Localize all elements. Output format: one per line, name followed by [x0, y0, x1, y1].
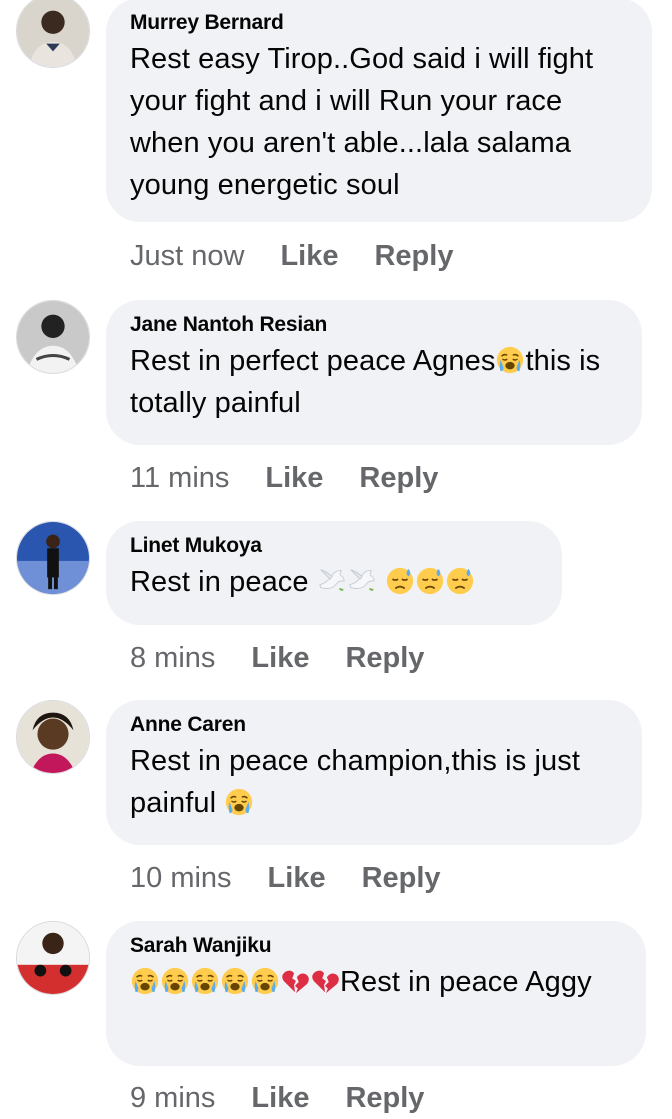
dove-icon [347, 566, 377, 596]
comment-bubble: Sarah Wanjiku Rest in peace Aggy [106, 921, 646, 1066]
downcast-sweat-face-icon [445, 566, 475, 596]
comment-author[interactable]: Anne Caren [130, 712, 620, 738]
loudly-crying-face-icon [190, 966, 220, 996]
reply-button[interactable]: Reply [374, 238, 453, 274]
comment-actions: 10 mins Like Reply [130, 860, 441, 896]
avatar[interactable] [16, 921, 90, 995]
comment-text: Rest easy Tirop..God said i will fight y… [130, 43, 594, 201]
comment-text: Rest in peace Aggy [130, 961, 624, 1003]
comment-time[interactable]: 8 mins [130, 640, 215, 676]
dove-icon [317, 566, 347, 596]
avatar[interactable] [16, 300, 90, 374]
like-button[interactable]: Like [268, 860, 326, 896]
broken-heart-icon [310, 966, 340, 996]
comment-text-part: Rest in peace champion,this is just pain… [130, 745, 580, 819]
comment-bubble: Anne Caren Rest in peace champion,this i… [106, 700, 642, 845]
avatar[interactable] [16, 700, 90, 774]
like-button[interactable]: Like [265, 460, 323, 496]
comment-actions: 9 mins Like Reply [130, 1080, 424, 1116]
downcast-sweat-face-icon [385, 566, 415, 596]
loudly-crying-face-icon [250, 966, 280, 996]
comment-text-part: Rest in peace Aggy [340, 966, 592, 998]
like-button[interactable]: Like [251, 1080, 309, 1116]
comment-author[interactable]: Sarah Wanjiku [130, 933, 624, 959]
comment-text: Rest in peace champion,this is just pain… [130, 740, 620, 824]
reply-button[interactable]: Reply [345, 640, 424, 676]
comment-actions: 11 mins Like Reply [130, 460, 438, 496]
comment-author[interactable]: Jane Nantoh Resian [130, 312, 620, 338]
comment-actions: Just now Like Reply [130, 238, 453, 274]
comment-time[interactable]: 10 mins [130, 860, 232, 896]
loudly-crying-face-icon [160, 966, 190, 996]
comment-time[interactable]: 11 mins [130, 460, 229, 496]
loudly-crying-face-icon [220, 966, 250, 996]
like-button[interactable]: Like [280, 238, 338, 274]
broken-heart-icon [280, 966, 310, 996]
downcast-sweat-face-icon [415, 566, 445, 596]
comment-bubble: Linet Mukoya Rest in peace [106, 521, 562, 625]
comment-author[interactable]: Linet Mukoya [130, 533, 540, 559]
loudly-crying-face-icon [495, 345, 525, 375]
comment-bubble: Jane Nantoh Resian Rest in perfect peace… [106, 300, 642, 445]
avatar[interactable] [16, 0, 90, 68]
comment-bubble: Murrey Bernard Rest easy Tirop..God said… [106, 0, 652, 222]
reply-button[interactable]: Reply [362, 860, 441, 896]
loudly-crying-face-icon [224, 787, 254, 817]
comment-text: Rest in peace [130, 561, 540, 603]
comment-text: Rest in perfect peace Agnes this is total… [130, 340, 620, 424]
comment-text-part: Rest in perfect peace Agnes [130, 345, 496, 377]
avatar[interactable] [16, 521, 90, 595]
comment-time[interactable]: Just now [130, 238, 244, 274]
loudly-crying-face-icon [130, 966, 160, 996]
comment-author[interactable]: Murrey Bernard [130, 10, 630, 36]
comment-actions: 8 mins Like Reply [130, 640, 424, 676]
comment-text-part: Rest in peace [130, 566, 309, 598]
reply-button[interactable]: Reply [345, 1080, 424, 1116]
reply-button[interactable]: Reply [359, 460, 438, 496]
comment-time[interactable]: 9 mins [130, 1080, 215, 1116]
like-button[interactable]: Like [251, 640, 309, 676]
